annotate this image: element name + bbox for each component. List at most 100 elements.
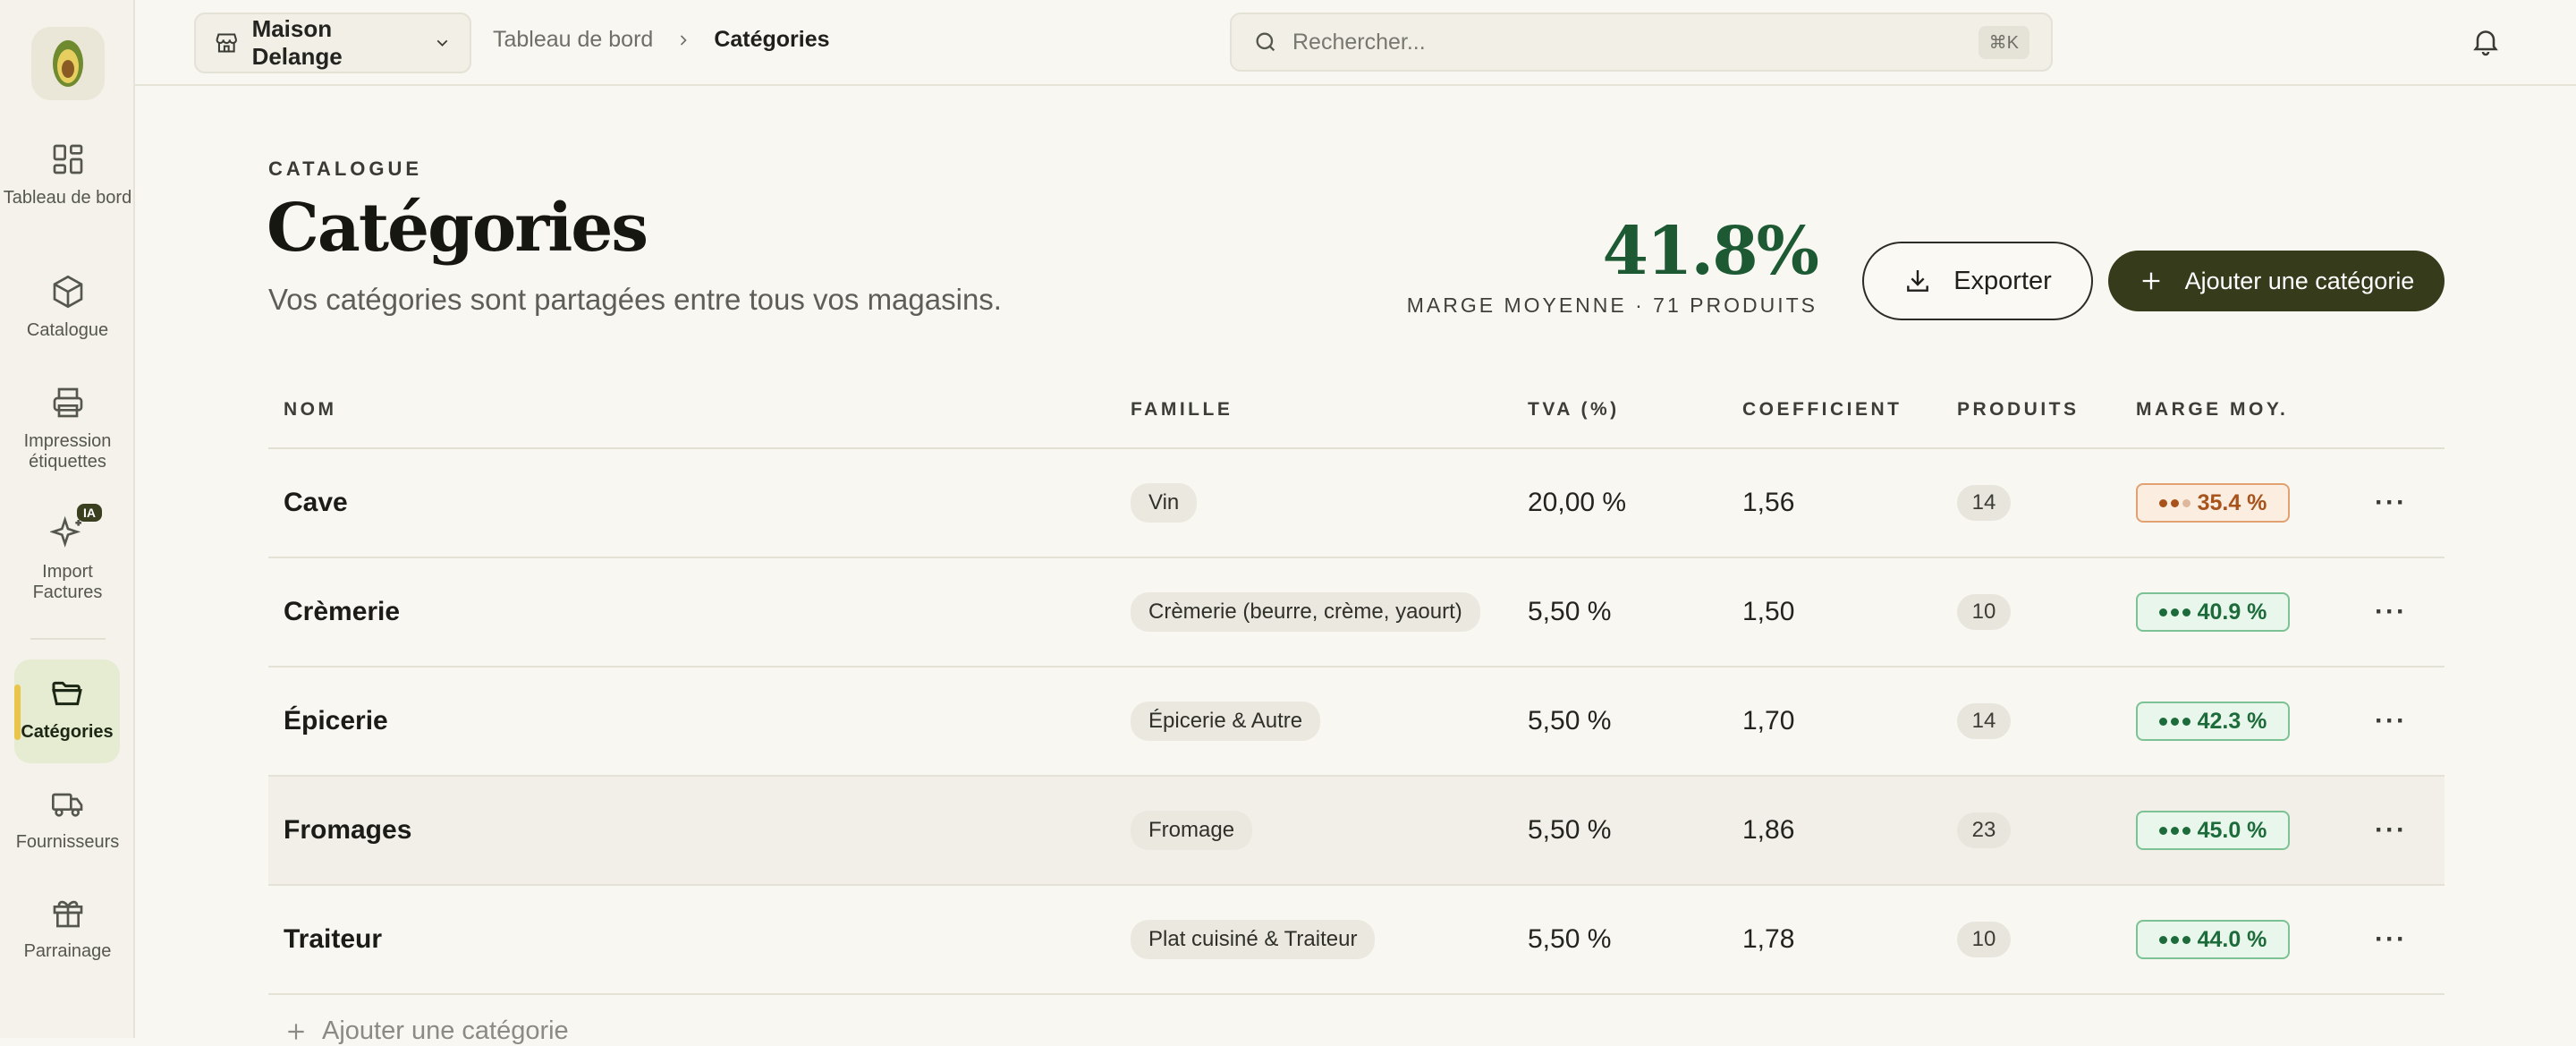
margin-value: 40.9 %	[2197, 599, 2267, 625]
vat-value: 5,50 %	[1528, 597, 1612, 626]
average-margin-value: 41.8%	[1602, 213, 1819, 290]
page-title: Catégories	[267, 190, 648, 267]
topbar: Maison Delange Tableau de bord Catégorie…	[135, 0, 2576, 86]
margin-value: 35.4 %	[2197, 489, 2267, 515]
search-icon	[1256, 32, 1275, 52]
more-options-icon[interactable]: ···	[2375, 815, 2407, 846]
category-name[interactable]: Traiteur	[284, 924, 382, 955]
sidebar-item-referral[interactable]: Parrainage	[0, 895, 135, 962]
margin-value: 42.3 %	[2197, 708, 2267, 734]
chevron-down-icon	[436, 39, 448, 47]
margin-indicator	[2158, 498, 2190, 507]
margin-dot	[2170, 717, 2179, 726]
search-input[interactable]	[1292, 29, 1964, 55]
margin-dot	[2182, 826, 2190, 835]
margin-dot	[2170, 498, 2179, 507]
product-count: 10	[1957, 594, 2011, 630]
page-eyebrow: CATALOGUE	[268, 157, 423, 180]
categories-table: NOM FAMILLE TVA (%) COEFFICIENT PRODUITS…	[268, 387, 2445, 995]
sidebar-item-label: Parrainage	[23, 941, 112, 961]
ai-badge: IA	[77, 504, 102, 522]
breadcrumb-current: Catégories	[714, 27, 830, 52]
sidebar-item-label: Impression étiquettes	[23, 431, 112, 472]
category-name[interactable]: Fromages	[284, 815, 411, 846]
vat-value: 5,50 %	[1528, 924, 1612, 954]
avocado-logo-icon	[53, 40, 83, 87]
product-count: 23	[1957, 812, 2011, 848]
column-header-products[interactable]: PRODUITS	[1957, 399, 2080, 421]
table-row[interactable]: Traiteur Plat cuisiné & Traiteur 5,50 % 1,7…	[268, 886, 2445, 995]
plus-icon	[2142, 272, 2159, 290]
printer-icon	[53, 387, 82, 418]
sidebar-item-dashboard[interactable]: Tableau de bord	[0, 141, 135, 208]
sidebar-item-categories[interactable]: Catégories	[14, 659, 120, 763]
family-pill: Fromage	[1131, 811, 1253, 850]
margin-indicator	[2158, 826, 2190, 835]
table-row[interactable]: Fromages Fromage 5,50 % 1,86 23 45.0 % ···	[268, 777, 2445, 886]
category-name[interactable]: Épicerie	[284, 706, 388, 736]
more-options-icon[interactable]: ···	[2375, 924, 2407, 955]
bell-icon[interactable]	[2470, 25, 2502, 57]
store-name: Maison Delange	[251, 15, 343, 70]
sidebar-item-suppliers[interactable]: Fournisseurs	[0, 786, 135, 853]
breadcrumb-dashboard-link[interactable]: Tableau de bord	[493, 27, 653, 53]
coefficient-value: 1,56	[1742, 488, 1795, 517]
active-indicator	[14, 685, 21, 740]
table-header: NOM FAMILLE TVA (%) COEFFICIENT PRODUITS…	[268, 387, 2445, 449]
coefficient-value: 1,78	[1742, 924, 1795, 954]
margin-dot	[2158, 498, 2167, 507]
column-header-name[interactable]: NOM	[284, 399, 337, 421]
coefficient-value: 1,50	[1742, 597, 1795, 626]
product-count: 14	[1957, 485, 2011, 521]
sidebar: Tableau de bord Catalogue Impression éti…	[0, 0, 135, 1038]
breadcrumb: Tableau de bord Catégories	[493, 27, 830, 53]
table-row[interactable]: Cave Vin 20,00 % 1,56 14 35.4 % ···	[268, 449, 2445, 558]
sidebar-item-catalogue[interactable]: Catalogue	[0, 274, 135, 341]
margin-badge: 44.0 %	[2136, 920, 2290, 959]
export-button[interactable]: Exporter	[1862, 242, 2093, 320]
family-pill: Crèmerie (beurre, crème, yaourt)	[1131, 592, 1480, 632]
margin-indicator	[2158, 935, 2190, 944]
sidebar-item-label: Fournisseurs	[15, 832, 120, 852]
add-category-button[interactable]: Ajouter une catégorie	[2108, 251, 2445, 311]
page-subtitle: Vos catégories sont partagées entre tous…	[268, 283, 1002, 316]
column-header-vat[interactable]: TVA (%)	[1528, 399, 1620, 421]
margin-dot	[2158, 608, 2167, 617]
family-pill: Épicerie & Autre	[1131, 702, 1321, 741]
add-category-label: Ajouter une catégorie	[2184, 267, 2415, 294]
family-pill: Plat cuisiné & Traiteur	[1131, 920, 1376, 959]
plus-icon	[288, 1023, 304, 1040]
vat-value: 20,00 %	[1528, 488, 1627, 517]
add-category-row[interactable]: Ajouter une catégorie	[284, 1016, 569, 1046]
sidebar-item-label: Catalogue	[26, 320, 109, 340]
chevron-right-icon	[681, 34, 687, 46]
export-label: Exporter	[1953, 266, 2052, 295]
more-options-icon[interactable]: ···	[2375, 706, 2407, 736]
margin-badge: 42.3 %	[2136, 702, 2290, 741]
more-options-icon[interactable]: ···	[2375, 597, 2407, 627]
column-header-coefficient[interactable]: COEFFICIENT	[1742, 399, 1902, 421]
category-name[interactable]: Cave	[284, 488, 348, 518]
margin-badge: 40.9 %	[2136, 592, 2290, 632]
vat-value: 5,50 %	[1528, 815, 1612, 845]
store-selector[interactable]: Maison Delange	[194, 13, 471, 73]
column-header-family[interactable]: FAMILLE	[1131, 399, 1233, 421]
margin-dot	[2158, 717, 2167, 726]
dashboard-icon	[53, 144, 82, 174]
app-logo[interactable]	[31, 27, 105, 100]
table-row[interactable]: Épicerie Épicerie & Autre 5,50 % 1,70 14 42.3…	[268, 668, 2445, 777]
table-row[interactable]: Crèmerie Crèmerie (beurre, crème, yaourt)…	[268, 558, 2445, 668]
folder-icon	[52, 681, 82, 706]
margin-dot	[2182, 498, 2190, 507]
category-name[interactable]: Crèmerie	[284, 597, 400, 627]
column-header-margin[interactable]: MARGE MOY.	[2136, 399, 2288, 421]
more-options-icon[interactable]: ···	[2375, 488, 2407, 518]
truck-icon	[51, 793, 82, 817]
search-bar[interactable]: ⌘K	[1230, 13, 2053, 72]
sidebar-item-label: Import Factures	[32, 562, 103, 602]
sidebar-item-labels[interactable]: Impression étiquettes	[0, 385, 135, 472]
sidebar-item-invoices[interactable]: Import Factures	[0, 515, 135, 603]
vat-value: 5,50 %	[1528, 706, 1612, 736]
margin-dot	[2158, 935, 2167, 944]
sidebar-divider	[30, 638, 106, 640]
